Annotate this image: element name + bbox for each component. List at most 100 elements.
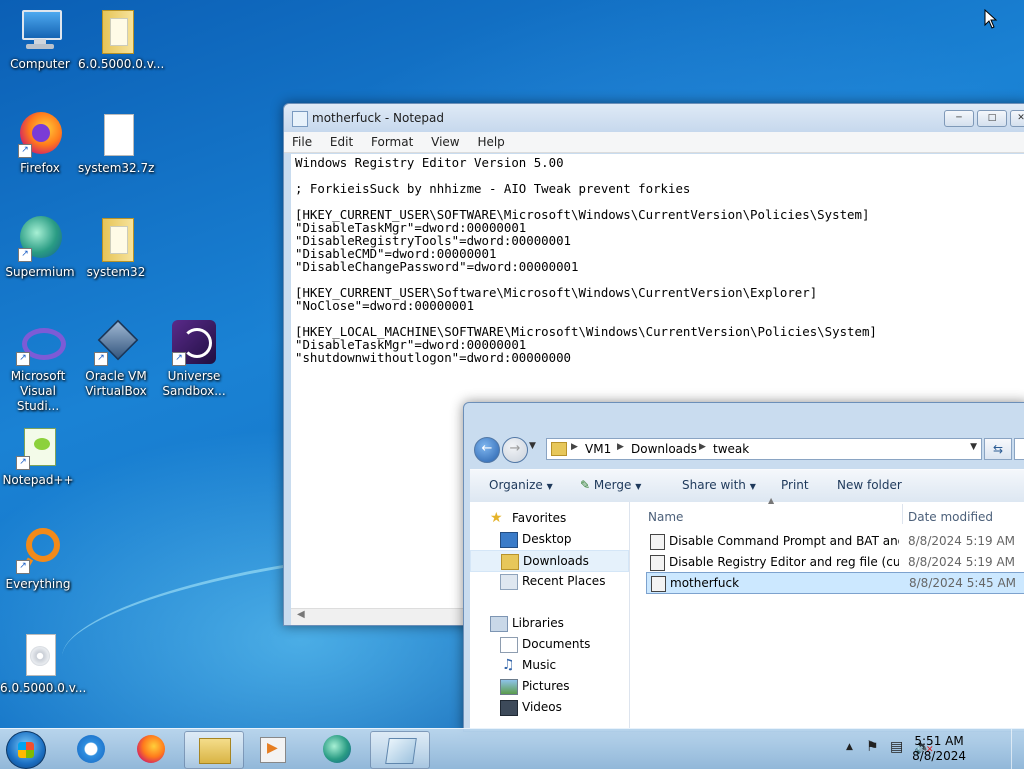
horizontal-scrollbar[interactable]: ◀ [291, 608, 471, 625]
desktop-icon-everything[interactable]: ↗ Everything [0, 526, 76, 592]
explorer-window[interactable]: ← → ▼ ▶ VM1 ▶ Downloads ▶ tweak ▼ ⇆ Orga… [463, 402, 1024, 732]
computer-icon [16, 6, 64, 54]
taskbar-explorer[interactable] [184, 731, 244, 769]
menu-file[interactable]: File [292, 132, 312, 152]
navigation-pane: ★ Favorites Desktop Downloads Recent Pla… [470, 502, 630, 731]
firefox-icon: ↗ [16, 110, 64, 158]
firefox-icon [137, 735, 165, 763]
column-divider[interactable] [902, 504, 903, 524]
desktop-icon-supermium[interactable]: ↗ Supermium [2, 214, 78, 280]
play-icon: ▶ [267, 740, 278, 756]
clock-time: 5:51 AM [914, 734, 964, 748]
breadcrumb-vm1[interactable]: VM1 [585, 442, 611, 456]
desktop-icon-label: Oracle VM VirtualBox [85, 369, 147, 398]
music-icon: ♫ [502, 657, 515, 673]
merge-icon: ✎ [580, 478, 591, 492]
nav-favorites[interactable]: ★ Favorites [470, 508, 627, 528]
file-row-selected[interactable]: motherfuck 8/8/2024 5:45 AM [646, 572, 1024, 594]
menu-format[interactable]: Format [371, 132, 413, 152]
column-header-date-modified[interactable]: Date modified [908, 510, 993, 524]
universe-sandbox-icon: ↗ [170, 318, 218, 366]
desktop-icon-virtualbox[interactable]: ↗ Oracle VM VirtualBox [78, 318, 154, 399]
breadcrumb-downloads[interactable]: Downloads [631, 442, 697, 456]
action-center-flag-icon[interactable]: ⚑ [866, 739, 879, 755]
desktop-icon-firefox[interactable]: ↗ Firefox [2, 110, 78, 176]
start-button[interactable] [6, 731, 46, 769]
refresh-icon[interactable]: ⇆ [984, 438, 1012, 460]
nav-libraries[interactable]: Libraries [470, 613, 627, 633]
forward-button[interactable]: → [502, 437, 528, 463]
menu-edit[interactable]: Edit [330, 132, 353, 152]
column-header-name[interactable]: Name [648, 510, 683, 524]
show-desktop-button[interactable] [1011, 729, 1024, 769]
nav-label: Music [522, 658, 557, 672]
merge-label: Merge [593, 478, 632, 492]
taskbar-supermium[interactable] [308, 731, 366, 767]
breadcrumb-separator-icon: ▶ [699, 442, 706, 452]
taskbar-notepad[interactable] [370, 731, 430, 769]
nav-downloads[interactable]: Downloads [470, 550, 629, 572]
show-hidden-icons-icon[interactable]: ▲ [846, 742, 853, 752]
system-clock[interactable]: 5:51 AM 8/8/2024 [912, 734, 966, 764]
breadcrumb-tweak[interactable]: tweak [713, 442, 749, 456]
notepad-titlebar[interactable]: motherfuck - Notepad ─ □ ✕ [284, 104, 1024, 132]
menu-help[interactable]: Help [477, 132, 504, 152]
nav-label: Desktop [522, 532, 572, 546]
desktop-icon-folder-build[interactable]: 6.0.5000.0.v... [78, 6, 164, 72]
desktop-icon-disc-image[interactable]: 6.0.5000.0.v... [0, 630, 86, 696]
desktop-icon-label: Supermium [5, 265, 75, 279]
desktop-icon-label: Everything [5, 577, 71, 591]
chevron-down-icon: ▼ [546, 482, 553, 491]
notepad-icon [385, 738, 417, 764]
address-dropdown-icon[interactable]: ▼ [970, 442, 977, 452]
desktop-icon-universe-sandbox[interactable]: ↗ Universe Sandbox... [156, 318, 232, 399]
taskbar-firefox[interactable] [122, 731, 180, 767]
nav-label: Downloads [523, 554, 589, 568]
recent-pages-icon[interactable]: ▼ [529, 441, 536, 451]
taskbar-internet-explorer[interactable] [62, 731, 120, 767]
file-name: motherfuck [670, 576, 740, 590]
file-content[interactable]: Windows Registry Editor Version 5.00 ; F… [291, 154, 1024, 366]
nav-desktop[interactable]: Desktop [470, 529, 627, 549]
taskbar-media-player[interactable]: ▶ [244, 731, 302, 767]
new-folder-button[interactable]: New folder [837, 478, 902, 492]
menu-view[interactable]: View [431, 132, 459, 152]
back-button[interactable]: ← [474, 437, 500, 463]
desktop-icon-system32-7z[interactable]: system32.7z [78, 110, 154, 176]
folder-icon [551, 442, 567, 456]
file-list[interactable]: Name ▲ Date modified Disable Command Pro… [630, 496, 1024, 731]
desktop-icon [500, 532, 518, 548]
pictures-icon [500, 679, 518, 695]
everything-icon: ↗ [14, 526, 62, 574]
organize-button[interactable]: Organize ▼ [489, 478, 553, 492]
documents-icon [500, 637, 518, 653]
close-button[interactable]: ✕ [1010, 110, 1024, 127]
minimize-button[interactable]: ─ [944, 110, 974, 127]
print-button[interactable]: Print [781, 478, 809, 492]
nav-label: Documents [522, 637, 591, 651]
desktop-icon-notepadpp[interactable]: ↗ Notepad++ [0, 422, 76, 488]
nav-recent-places[interactable]: Recent Places [470, 571, 627, 591]
supermium-icon: ↗ [16, 214, 64, 262]
file-row[interactable]: Disable Registry Editor and reg file (cu… [646, 552, 1024, 572]
search-input[interactable] [1014, 438, 1024, 460]
libraries-icon [490, 616, 508, 632]
desktop-icon-visual-studio[interactable]: ↗ Microsoft Visual Studi... [0, 318, 76, 414]
network-icon[interactable]: ▤ [890, 739, 903, 755]
share-with-button[interactable]: Share with ▼ [682, 478, 756, 492]
desktop-icon-computer[interactable]: Computer [2, 6, 78, 72]
address-bar[interactable]: ▶ VM1 ▶ Downloads ▶ tweak ▼ [546, 438, 982, 460]
nav-music[interactable]: ♫ Music [470, 655, 627, 675]
file-row[interactable]: Disable Command Prompt and BAT and ... 8… [646, 531, 1024, 551]
scroll-left-icon[interactable]: ◀ [297, 609, 305, 620]
nav-documents[interactable]: Documents [470, 634, 627, 654]
nav-videos[interactable]: Videos [470, 697, 627, 717]
supermium-icon [323, 735, 351, 763]
nav-pictures[interactable]: Pictures [470, 676, 627, 696]
chevron-down-icon: ▼ [635, 482, 642, 491]
address-bar-row: ← → ▼ ▶ VM1 ▶ Downloads ▶ tweak ▼ ⇆ [472, 436, 1024, 463]
share-with-label: Share with [682, 478, 746, 492]
merge-button[interactable]: ✎ Merge ▼ [580, 478, 641, 492]
desktop-icon-system32-folder[interactable]: system32 [78, 214, 154, 280]
maximize-button[interactable]: □ [977, 110, 1007, 127]
